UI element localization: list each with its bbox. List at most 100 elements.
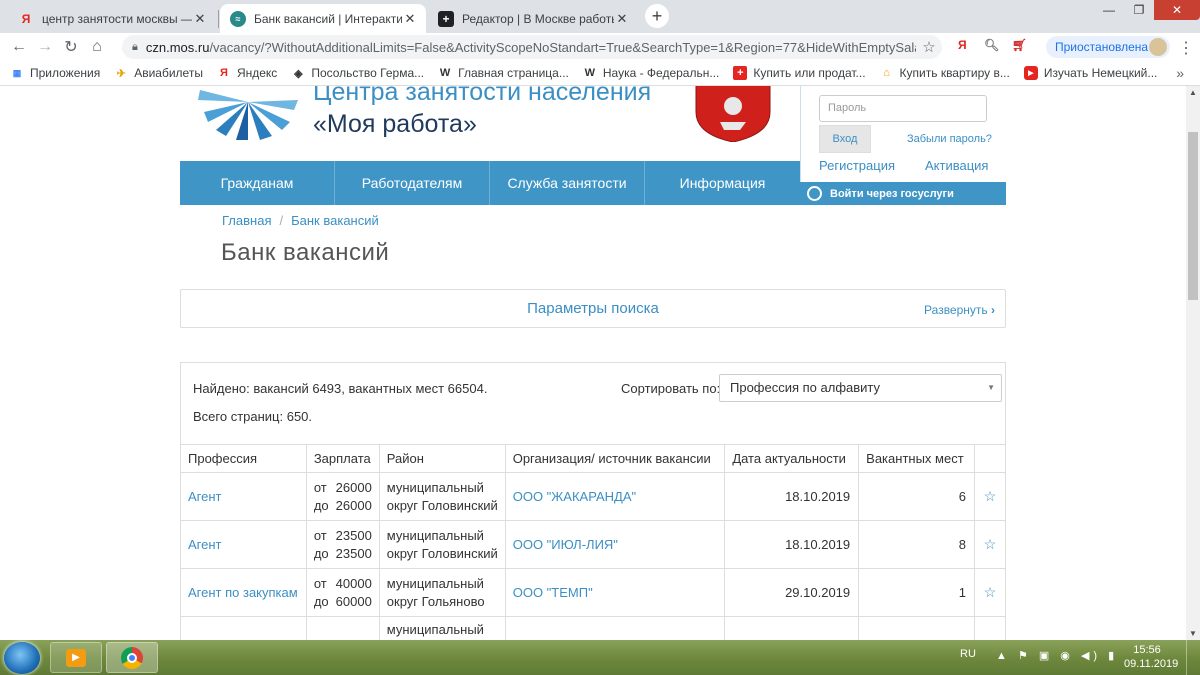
table-row: Агент от 23500 до 23500 муниципальный округ…: [180, 520, 1006, 569]
bookmarks-bar: ▦ Приложения ✈ Авиабилеты Я Яндекс ◈ Посольс…: [0, 61, 1200, 86]
czn-logo: [198, 90, 298, 140]
bookmark-item[interactable]: Я Яндекс: [217, 66, 277, 80]
plane-icon: ✈: [116, 67, 126, 80]
chrome-taskbar-icon[interactable]: [106, 642, 158, 673]
reload-icon[interactable]: ↻: [58, 37, 84, 57]
close-tab-icon[interactable]: ✕: [402, 11, 418, 27]
clock[interactable]: 15:56 09.11.2019: [1124, 643, 1178, 671]
nav-employers[interactable]: Работодателям: [335, 161, 490, 205]
brand-title-line2: «Моя работа»: [313, 110, 477, 138]
bookmarks-more-icon[interactable]: »: [1176, 65, 1184, 81]
date-cell: [724, 616, 860, 640]
bookmark-item[interactable]: W Наука - Федеральн...: [583, 66, 720, 80]
organization-link[interactable]: ООО "ТЕМП": [513, 585, 593, 600]
breadcrumb-separator: /: [279, 213, 284, 228]
col-district[interactable]: Район: [378, 444, 506, 473]
search-extension-icon[interactable]: 🔍︎: [984, 38, 999, 52]
system-tray-icons[interactable]: ▲ ⚑ ▣ ◉ ◀) ▮: [996, 649, 1118, 662]
table-header-row: Профессия Зарплата Район Организация/ ис…: [180, 444, 1006, 473]
col-salary[interactable]: Зарплата: [305, 444, 380, 473]
sort-label: Сортировать по:: [621, 381, 721, 396]
expand-link[interactable]: Развернуть ›: [924, 303, 995, 317]
profession-link[interactable]: Агент: [188, 537, 222, 552]
wiki-icon: W: [584, 67, 596, 79]
table-row: муниципальный: [180, 616, 1006, 640]
minimize-icon[interactable]: —: [1094, 0, 1124, 20]
start-button[interactable]: [4, 642, 40, 674]
date-cell: 18.10.2019: [724, 472, 860, 521]
register-link[interactable]: Регистрация: [819, 158, 895, 173]
search-params-title[interactable]: Параметры поиска: [181, 300, 1005, 317]
breadcrumb-home[interactable]: Главная: [222, 213, 271, 228]
col-profession[interactable]: Профессия: [180, 444, 307, 473]
bookmark-item[interactable]: ⌂ Купить квартиру в...: [880, 66, 1010, 80]
col-organization[interactable]: Организация/ источник вакансии: [504, 444, 726, 473]
login-button[interactable]: Вход: [819, 125, 871, 153]
menu-kebab-icon[interactable]: ⋮: [1178, 38, 1194, 58]
sort-select[interactable]: Профессия по алфавиту ▼: [719, 374, 1002, 402]
bookmark-item[interactable]: ◈ Посольство Герма...: [291, 66, 424, 80]
table-row: Агент от 26000 до 26000 муниципальный округ…: [180, 472, 1006, 521]
profession-link[interactable]: Агент по закупкам: [188, 585, 298, 600]
activate-link[interactable]: Активация: [925, 158, 988, 173]
tab-editor[interactable]: + Редактор | В Москве работы ва ✕: [428, 4, 638, 33]
tab-yandex-search[interactable]: Я центр занятости москвы — Янд ✕: [8, 4, 216, 33]
organization-link[interactable]: ООО "ЖАКАРАНДА": [513, 489, 636, 504]
tab-vacancy-bank[interactable]: ≈ Банк вакансий | Интерактивный ✕: [220, 4, 426, 33]
password-input[interactable]: Пароль: [819, 95, 987, 122]
organization-link[interactable]: ООО "ИЮЛ-ЛИЯ": [513, 537, 618, 552]
breadcrumb-current[interactable]: Банк вакансий: [291, 213, 379, 228]
back-icon[interactable]: ←: [6, 38, 32, 56]
moscow-coat-of-arms-icon: [695, 86, 771, 142]
search-params-panel[interactable]: Параметры поиска Развернуть ›: [180, 289, 1006, 328]
media-player-taskbar-icon[interactable]: ▶: [50, 642, 102, 673]
results-panel: Найдено: вакансий 6493, вакантных мест 6…: [180, 362, 1006, 640]
nav-citizens[interactable]: Гражданам: [180, 161, 335, 205]
lock-icon: 🔒︎: [132, 40, 138, 53]
forgot-password-link[interactable]: Забыли пароль?: [907, 133, 992, 145]
favorite-star-icon[interactable]: ☆: [974, 568, 1006, 617]
close-tab-icon[interactable]: ✕: [614, 11, 630, 27]
address-bar[interactable]: 🔒︎ czn.mos.ru/vacancy/?WithoutAdditional…: [122, 35, 942, 59]
profession-link[interactable]: Агент: [188, 489, 222, 504]
scrollbar-thumb[interactable]: [1188, 132, 1198, 300]
profile-button[interactable]: Приостановлена: [1046, 36, 1170, 58]
nav-employment-service[interactable]: Служба занятости: [490, 161, 645, 205]
nav-information[interactable]: Информация: [645, 161, 800, 205]
forward-icon[interactable]: →: [32, 38, 58, 56]
cart-extension-icon[interactable]: 🛒︎: [1012, 38, 1027, 52]
avito-icon: +: [733, 66, 748, 80]
language-indicator[interactable]: RU: [960, 648, 976, 660]
favorite-star-icon[interactable]: ☆: [974, 472, 1006, 521]
bookmark-item[interactable]: ▦ Приложения: [10, 66, 100, 80]
bookmark-star-icon[interactable]: ☆: [916, 38, 942, 56]
home-icon[interactable]: ⌂: [84, 38, 110, 56]
main-navigation: Гражданам Работодателям Служба занятости…: [180, 161, 800, 205]
gosuslugi-login-button[interactable]: Войти через госуслуги: [800, 182, 1006, 205]
col-vacancies[interactable]: Вакантных мест: [858, 444, 976, 473]
close-tab-icon[interactable]: ✕: [192, 11, 208, 27]
scroll-up-icon[interactable]: ▲: [1186, 88, 1200, 97]
address-url[interactable]: czn.mos.ru/vacancy/?WithoutAdditionalLim…: [146, 40, 916, 55]
results-summary: Найдено: вакансий 6493, вакантных мест 6…: [193, 381, 488, 396]
date-cell: 18.10.2019: [724, 520, 860, 569]
breadcrumb: Главная / Банк вакансий: [222, 213, 379, 228]
maximize-icon[interactable]: ❐: [1124, 0, 1154, 20]
favorite-star-icon[interactable]: ☆: [974, 520, 1006, 569]
col-favorite: [974, 444, 1006, 473]
new-tab-button[interactable]: +: [645, 4, 669, 28]
bookmark-item[interactable]: ▶ Изучать Немецкий...: [1023, 66, 1157, 80]
page-scrollbar[interactable]: ▲ ▼: [1186, 86, 1200, 640]
window-close-icon[interactable]: ✕: [1154, 0, 1200, 20]
bookmark-item[interactable]: + Купить или продат...: [733, 66, 866, 80]
bookmark-item[interactable]: W Главная страница...: [438, 66, 569, 80]
col-date[interactable]: Дата актуальности: [724, 444, 860, 473]
table-row: Агент по закупкам от 40000 до 60000 муници…: [180, 568, 1006, 617]
bookmark-item[interactable]: ✈ Авиабилеты: [114, 66, 203, 80]
salary-cell: от 23500 до 23500: [305, 520, 380, 569]
scroll-down-icon[interactable]: ▼: [1186, 629, 1200, 638]
vacancies-count-cell: 8: [858, 520, 976, 569]
show-desktop-button[interactable]: [1186, 640, 1200, 675]
wiki-icon: W: [439, 67, 451, 79]
yandex-extension-icon[interactable]: Я: [958, 38, 967, 52]
